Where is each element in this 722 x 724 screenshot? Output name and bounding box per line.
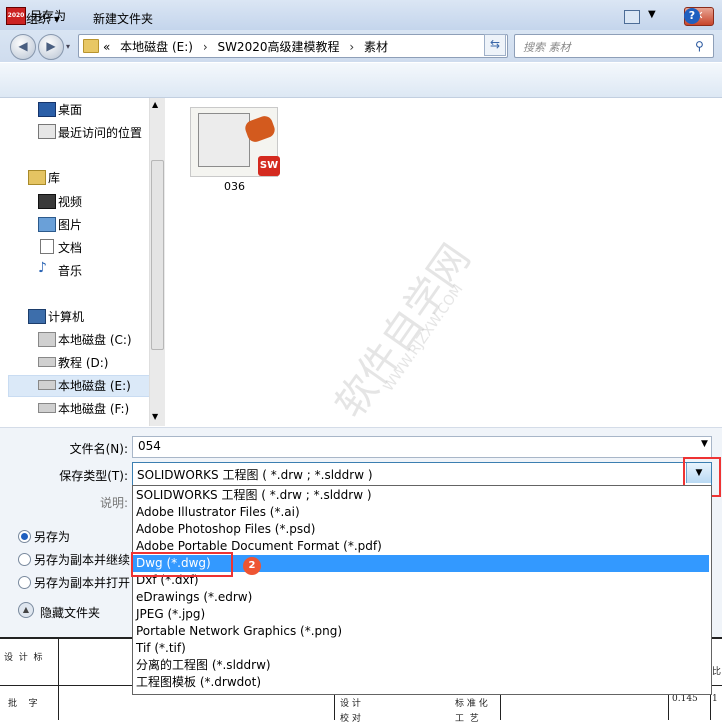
file-name-label[interactable]: 036	[224, 180, 245, 193]
hide-folders-button[interactable]: 隐藏文件夹	[40, 604, 100, 621]
breadcrumb-tutorial-folder[interactable]: SW2020高级建模教程	[217, 40, 339, 54]
filetype-options: SOLIDWORKS 工程图 ( *.drw ; *.slddrw ) Adob…	[133, 487, 709, 691]
filetype-option[interactable]: JPEG (*.jpg)	[136, 606, 205, 623]
cad-text: 批 字	[8, 699, 38, 709]
collapse-icon[interactable]: ▲	[18, 602, 34, 618]
nav-item-pictures[interactable]: 图片	[58, 216, 82, 233]
radio-save-as[interactable]	[18, 530, 31, 543]
filetype-option[interactable]: eDrawings (*.edrw)	[136, 589, 252, 606]
nav-item-drive-d[interactable]: 教程 (D:)	[58, 354, 108, 371]
drive-d-icon	[38, 357, 56, 367]
new-folder-button[interactable]: 新建文件夹	[93, 10, 153, 27]
scroll-down-icon[interactable]: ▼	[152, 412, 158, 421]
nav-item-videos[interactable]: 视频	[58, 193, 82, 210]
view-options-icon[interactable]	[624, 10, 640, 24]
nav-item-computer[interactable]: 计算机	[48, 308, 84, 325]
nav-item-drive-e[interactable]: 本地磁盘 (E:)	[58, 377, 131, 394]
filetype-option[interactable]: Adobe Illustrator Files (*.ai)	[136, 504, 300, 521]
search-placeholder: 搜索 素材	[523, 41, 571, 54]
nav-item-drive-c[interactable]: 本地磁盘 (C:)	[58, 331, 132, 348]
breadcrumb: « 本地磁盘 (E:) › SW2020高级建模教程 › 素材	[103, 38, 394, 55]
description-label: 说明:	[99, 496, 128, 510]
cad-text: 工 艺	[455, 714, 479, 724]
nav-item-desktop[interactable]: 桌面	[58, 101, 82, 118]
music-icon: ♪	[38, 260, 47, 276]
organize-button[interactable]: 组织 ▾	[26, 10, 60, 27]
annotation-highlight-box	[131, 552, 233, 577]
radio-save-copy-continue[interactable]	[18, 553, 31, 566]
filetype-option[interactable]: 分离的工程图 (*.slddrw)	[136, 657, 271, 674]
video-icon	[38, 194, 56, 209]
cad-text: 设 计	[340, 699, 361, 709]
solidworks-app-icon: 2020	[6, 7, 26, 25]
radio-save-as-label[interactable]: 另存为	[34, 528, 70, 545]
solidworks-badge-icon: SW	[258, 156, 280, 176]
cad-text: 标 准 化	[455, 699, 488, 709]
folder-icon	[83, 39, 99, 53]
help-icon[interactable]: ?	[684, 8, 700, 24]
cad-text: 1	[712, 694, 718, 704]
cad-text: 设 计 标	[4, 653, 43, 663]
breadcrumb-current-folder[interactable]: 素材	[364, 40, 388, 54]
filename-field[interactable]: 054 ▼	[132, 436, 712, 458]
drive-f-icon	[38, 403, 56, 413]
cad-text: 比	[712, 667, 722, 677]
filetype-option[interactable]: SOLIDWORKS 工程图 ( *.drw ; *.slddrw )	[136, 487, 372, 504]
filename-label: 文件名(N):	[69, 442, 128, 456]
back-button[interactable]: ◀	[10, 34, 36, 60]
scroll-up-icon[interactable]: ▲	[152, 100, 158, 109]
recent-pages-chevron-icon[interactable]: ▾	[66, 42, 70, 51]
filetype-label: 保存类型(T):	[59, 469, 128, 483]
nav-item-music[interactable]: 音乐	[58, 262, 82, 279]
search-icon[interactable]: ⚲	[695, 39, 704, 53]
view-dropdown-icon[interactable]: ▼	[648, 9, 656, 20]
filetype-selected-value: SOLIDWORKS 工程图 ( *.drw ; *.slddrw )	[137, 468, 373, 482]
recent-places-icon	[38, 124, 56, 139]
refresh-button[interactable]: ⇆	[484, 34, 506, 56]
forward-button[interactable]: ▶	[38, 34, 64, 60]
search-input[interactable]: 搜索 素材 ⚲	[514, 34, 714, 58]
nav-item-libraries[interactable]: 库	[48, 169, 60, 186]
cad-grid-line	[58, 637, 59, 720]
computer-icon	[28, 309, 46, 324]
radio-save-copy-open[interactable]	[18, 576, 31, 589]
documents-icon	[40, 239, 54, 254]
breadcrumb-drive-e[interactable]: 本地磁盘 (E:)	[120, 40, 193, 54]
nav-item-recent[interactable]: 最近访问的位置	[58, 124, 142, 141]
radio-save-copy-continue-label[interactable]: 另存为副本并继续	[34, 551, 130, 568]
drive-c-icon	[38, 332, 56, 347]
nav-item-drive-f[interactable]: 本地磁盘 (F:)	[58, 400, 129, 417]
breadcrumb-overflow[interactable]: «	[103, 40, 110, 54]
cad-text: 校 对	[340, 714, 361, 724]
radio-save-copy-open-label[interactable]: 另存为副本并打开	[34, 574, 130, 591]
filetype-select[interactable]: SOLIDWORKS 工程图 ( *.drw ; *.slddrw )	[132, 462, 712, 486]
annotation-badge: 2	[243, 557, 261, 575]
desktop-icon	[38, 102, 56, 117]
breadcrumb-separator[interactable]: ›	[203, 40, 208, 54]
filename-value: 054	[138, 439, 161, 453]
address-bar[interactable]: « 本地磁盘 (E:) › SW2020高级建模教程 › 素材 ▾	[78, 34, 541, 58]
breadcrumb-separator[interactable]: ›	[349, 40, 354, 54]
nav-item-documents[interactable]: 文档	[58, 239, 82, 256]
filetype-option[interactable]: Portable Network Graphics (*.png)	[136, 623, 342, 640]
toolbar	[0, 63, 722, 98]
pictures-icon	[38, 217, 56, 232]
nav-scrollbar-thumb[interactable]	[151, 160, 164, 350]
drive-e-icon	[38, 380, 56, 390]
cad-text: 0.145	[672, 694, 698, 704]
filetype-option[interactable]: 工程图模板 (*.drwdot)	[136, 674, 261, 691]
library-icon	[28, 170, 46, 185]
filetype-option[interactable]: Adobe Photoshop Files (*.psd)	[136, 521, 315, 538]
filetype-option[interactable]: Tif (*.tif)	[136, 640, 186, 657]
drawing-preview-icon	[198, 113, 250, 167]
filename-dropdown-icon[interactable]: ▼	[701, 439, 708, 449]
